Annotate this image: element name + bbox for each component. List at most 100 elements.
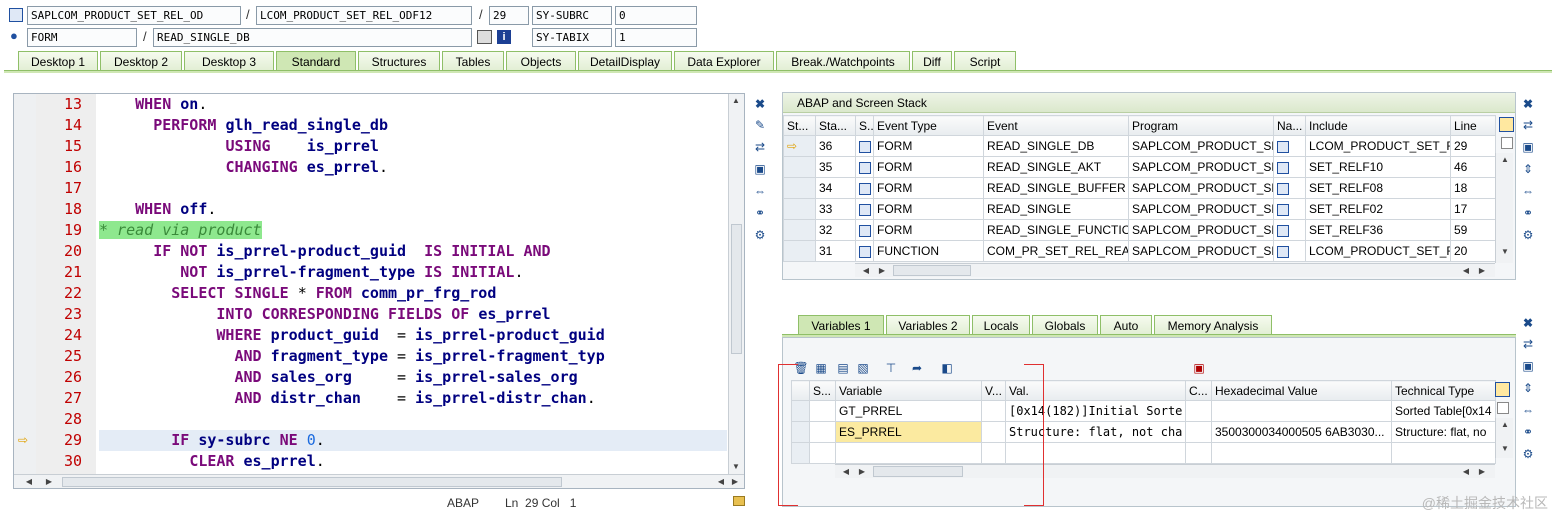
cell-level[interactable]: 33 [815, 198, 856, 220]
save-icon[interactable]: ▣ [1191, 360, 1207, 376]
type-icon[interactable] [855, 156, 874, 178]
stack-horizontal-scrollbar[interactable]: ◀ ▶ ◀ ▶ [855, 263, 1495, 277]
headset-icon[interactable]: ⚭ [1520, 424, 1536, 440]
checkbox[interactable] [1501, 137, 1513, 149]
cell[interactable] [783, 177, 816, 199]
table-row[interactable]: ES_PRREL Structure: flat, not cha... 35003… [791, 421, 1496, 443]
type-icon[interactable] [1273, 219, 1306, 241]
code-line[interactable]: CHANGING es_prrel. [99, 157, 727, 178]
code-line[interactable]: WHERE product_guid = is_prrel-product_gu… [99, 325, 727, 346]
cell-program[interactable]: SAPLCOM_PRODUCT_SE... [1128, 135, 1274, 157]
cell-level[interactable]: 34 [815, 177, 856, 199]
cell[interactable] [783, 219, 816, 241]
code-line[interactable]: AND sales_org = is_prrel-sales_org [99, 367, 727, 388]
code-line[interactable]: AND distr_chan = is_prrel-distr_chan. [99, 388, 727, 409]
type-icon[interactable] [855, 198, 874, 220]
cell-type[interactable]: FUNCTION [873, 240, 984, 262]
swap-icon[interactable]: ⇄ [1520, 336, 1536, 352]
cell-program[interactable]: SAPLCOM_PRODUCT_SE... [1128, 177, 1274, 199]
code-line[interactable]: INTO CORRESPONDING FIELDS OF es_prrel [99, 304, 727, 325]
cell-type[interactable]: Structure: flat, no [1391, 421, 1496, 443]
window-icon[interactable]: ◧ [939, 360, 955, 376]
type-icon[interactable] [855, 240, 874, 262]
column-header[interactable]: Hexadecimal Value [1211, 380, 1392, 401]
document-icon[interactable]: ▤ [835, 360, 851, 376]
headset-icon[interactable]: ⚭ [752, 205, 768, 221]
tab-locals[interactable]: Locals [972, 315, 1030, 335]
resize-icon[interactable]: ⇔ [752, 183, 768, 199]
cell[interactable] [981, 421, 1006, 443]
display-icon[interactable] [477, 30, 492, 44]
resize-icon[interactable]: ⇔ [1520, 183, 1536, 199]
tab-detaildisplay[interactable]: DetailDisplay [578, 51, 672, 71]
cell-event[interactable]: READ_SINGLE [983, 198, 1129, 220]
info-icon[interactable]: i [497, 30, 511, 44]
column-header[interactable]: V... [981, 380, 1006, 401]
tab-desktop-1[interactable]: Desktop 1 [18, 51, 98, 71]
tab-variables-2[interactable]: Variables 2 [886, 315, 970, 335]
table-row[interactable] [791, 442, 1496, 464]
column-header[interactable]: C... [1185, 380, 1212, 401]
type-icon[interactable] [1273, 198, 1306, 220]
cell-line[interactable]: 17 [1450, 198, 1496, 220]
cell-level[interactable]: 36 [815, 135, 856, 157]
column-header[interactable]: S... [809, 380, 836, 401]
code-line[interactable]: CLEAR es_prrel. [99, 451, 727, 472]
swap-icon[interactable]: ⇄ [1520, 117, 1536, 133]
export-icon[interactable]: ➦ [909, 360, 925, 376]
checkbox[interactable] [1497, 402, 1509, 414]
tab-auto[interactable]: Auto [1100, 315, 1152, 335]
code-line[interactable]: IF NOT is_prrel-product_guid IS INITIAL … [99, 241, 727, 262]
column-header[interactable]: Event [983, 115, 1129, 136]
column-header[interactable]: Technical Type [1391, 380, 1496, 401]
variables-horizontal-scrollbar[interactable]: ◀ ▶ ◀ ▶ [835, 464, 1495, 478]
cell[interactable] [783, 198, 816, 220]
table-row[interactable]: 32 FORM READ_SINGLE_FUNCTION SAPLCOM_PRODUC… [783, 219, 1496, 241]
tab-desktop-3[interactable]: Desktop 3 [184, 51, 274, 71]
close-icon[interactable]: ✖ [1520, 96, 1536, 112]
variables-vertical-scrollbar[interactable]: ▲ ▼ [1495, 418, 1513, 458]
cell-event[interactable]: READ_SINGLE_BUFFER [983, 177, 1129, 199]
event-field[interactable]: READ_SINGLE_DB [153, 28, 472, 47]
table-row[interactable]: 35 FORMREAD_SINGLE_AKTSAPLCOM_PRODUCT_SE.… [783, 156, 1496, 178]
resize-icon[interactable]: ⇕ [1520, 380, 1536, 396]
editor-vertical-scrollbar[interactable]: ▲ ▼ [728, 94, 744, 476]
cell-line[interactable]: 29 [1450, 135, 1496, 157]
table-row[interactable]: 31 FUNCTION COM_PR_SET_REL_REA... SAPLCOM_P… [783, 240, 1496, 262]
program-field[interactable]: SAPLCOM_PRODUCT_SET_REL_OD [27, 6, 241, 25]
cell-program[interactable]: SAPLCOM_PRODUCT_SE... [1128, 156, 1274, 178]
cell-line[interactable]: 59 [1450, 219, 1496, 241]
cell-program[interactable]: SAPLCOM_PRODUCT_SE... [1128, 198, 1274, 220]
code-area[interactable]: WHEN on. PERFORM glh_read_single_db USIN… [99, 94, 727, 476]
cell-program[interactable]: SAPLCOM_PRODUCT_SE... [1128, 240, 1274, 262]
tab-structures[interactable]: Structures [358, 51, 440, 71]
close-icon[interactable]: ✖ [1520, 315, 1536, 331]
cell-event[interactable]: COM_PR_SET_REL_REA... [983, 240, 1129, 262]
column-header[interactable]: Variable [835, 380, 982, 401]
tab-tables[interactable]: Tables [442, 51, 504, 71]
type-icon[interactable] [1273, 240, 1306, 262]
code-line[interactable]: NOT is_prrel-fragment_type IS INITIAL. [99, 262, 727, 283]
layout-icon[interactable] [1495, 382, 1510, 397]
hierarchy-icon[interactable]: ⊤ [883, 360, 899, 376]
tab-data-explorer[interactable]: Data Explorer [674, 51, 774, 71]
swap-icon[interactable]: ⇄ [752, 139, 768, 155]
cell-event[interactable]: READ_SINGLE_FUNCTION [983, 219, 1129, 241]
cell-include[interactable]: LCOM_PRODUCT_SET_R... [1305, 240, 1451, 262]
cell-line[interactable]: 18 [1450, 177, 1496, 199]
cell-type[interactable]: Sorted Table[0x14 [1391, 400, 1496, 422]
maximize-icon[interactable]: ▣ [1520, 139, 1536, 155]
tab-breakpoints[interactable]: Break./Watchpoints [776, 51, 910, 71]
cell-program[interactable]: SAPLCOM_PRODUCT_SE... [1128, 219, 1274, 241]
cell-type[interactable]: FORM [873, 177, 984, 199]
code-line[interactable]: USING is_prrel [99, 136, 727, 157]
tab-desktop-2[interactable]: Desktop 2 [100, 51, 182, 71]
tools-icon[interactable]: ⚙ [752, 227, 768, 243]
code-line[interactable]: SELECT SINGLE * FROM comm_pr_frg_rod [99, 283, 727, 304]
line-field[interactable]: 29 [489, 6, 529, 25]
column-header[interactable]: Line [1450, 115, 1496, 136]
insert-icon[interactable]: ▦ [813, 360, 829, 376]
tabix-label-field[interactable]: SY-TABIX [532, 28, 612, 47]
type-icon[interactable] [855, 219, 874, 241]
code-line[interactable] [99, 178, 727, 199]
